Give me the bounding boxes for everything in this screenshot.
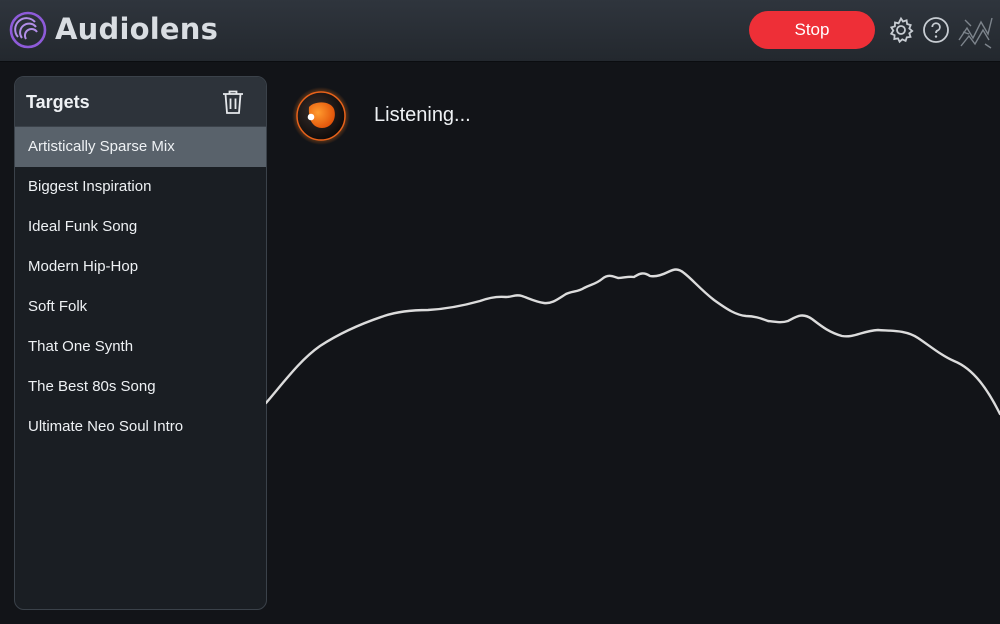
- targets-title: Targets: [26, 92, 90, 112]
- target-item[interactable]: The Best 80s Song: [15, 367, 266, 407]
- brand-icon: [958, 17, 993, 49]
- target-item[interactable]: That One Synth: [15, 327, 266, 367]
- spectrum-curve: [266, 268, 1000, 416]
- target-item[interactable]: Ideal Funk Song: [15, 207, 266, 247]
- target-item[interactable]: Soft Folk: [15, 287, 266, 327]
- app-header: Audiolens Stop: [0, 0, 1000, 62]
- target-item[interactable]: Modern Hip-Hop: [15, 247, 266, 287]
- logo-icon: [9, 11, 47, 49]
- trash-icon: [223, 90, 243, 114]
- targets-header: Targets: [15, 77, 266, 127]
- spectrum-line: [266, 268, 1000, 416]
- delete-target-button[interactable]: [219, 89, 247, 117]
- target-item[interactable]: Artistically Sparse Mix: [15, 127, 266, 167]
- stop-button[interactable]: Stop: [749, 11, 875, 49]
- target-list: Artistically Sparse Mix Biggest Inspirat…: [15, 127, 266, 447]
- help-icon[interactable]: [922, 16, 950, 44]
- audiolens-window: Audiolens Stop Targets Artistically Spar…: [0, 0, 1000, 624]
- listening-orb-icon: [292, 87, 350, 145]
- target-item[interactable]: Ultimate Neo Soul Intro: [15, 407, 266, 447]
- status-text: Listening...: [374, 104, 471, 126]
- targets-panel: Targets Artistically Sparse Mix Biggest …: [14, 76, 267, 610]
- target-item[interactable]: Biggest Inspiration: [15, 167, 266, 207]
- app-title: Audiolens: [55, 12, 219, 46]
- gear-icon[interactable]: [887, 16, 915, 44]
